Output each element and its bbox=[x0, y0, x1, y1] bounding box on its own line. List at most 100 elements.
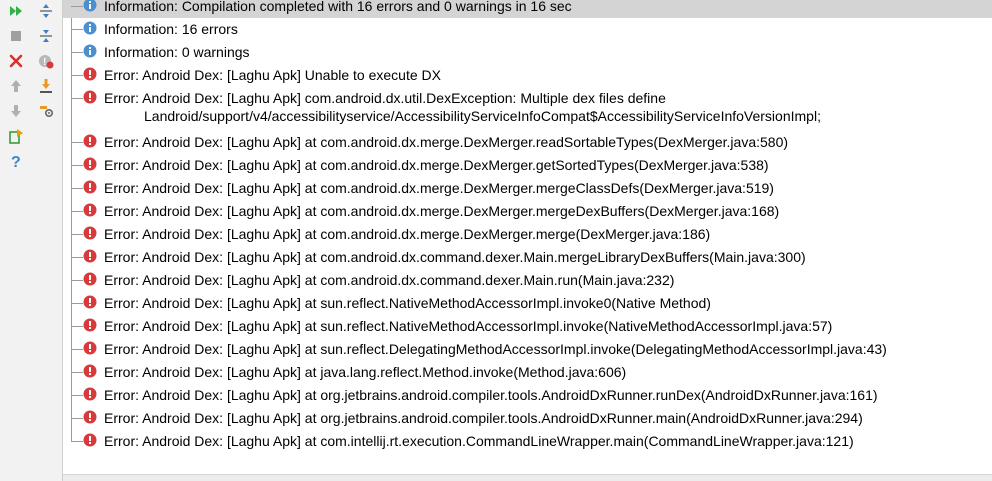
message-text-continuation: Landroid/support/v4/accessibilityservice… bbox=[144, 108, 821, 124]
toolbar-right-column: ! bbox=[35, 0, 61, 125]
previous-message-button[interactable] bbox=[5, 75, 27, 97]
message-text-line: Information: Compilation completed with … bbox=[104, 0, 572, 14]
messages-toolbar: ? ! bbox=[0, 0, 63, 481]
autoscroll-icon bbox=[40, 79, 52, 93]
message-text: Error: Android Dex: [Laghu Apk] at com.a… bbox=[104, 202, 779, 220]
export-button[interactable] bbox=[5, 125, 27, 147]
error-icon bbox=[83, 272, 97, 286]
message-text: Error: Android Dex: [Laghu Apk] at org.j… bbox=[104, 386, 878, 404]
message-row[interactable]: Error: Android Dex: [Laghu Apk] at com.a… bbox=[63, 269, 992, 292]
error-icon bbox=[83, 157, 97, 171]
message-row[interactable]: Error: Android Dex: [Laghu Apk] at org.j… bbox=[63, 407, 992, 430]
error-icon bbox=[83, 433, 97, 447]
tree-branch-line bbox=[71, 188, 83, 189]
message-text-line: Information: 16 errors bbox=[104, 21, 238, 37]
message-text: Information: 0 warnings bbox=[104, 43, 250, 61]
message-row[interactable]: Error: Android Dex: [Laghu Apk] at com.a… bbox=[63, 131, 992, 154]
rerun-button[interactable] bbox=[5, 0, 27, 22]
tree-branch-line bbox=[71, 211, 83, 212]
tree-branch-line bbox=[71, 372, 83, 373]
message-row[interactable]: Error: Android Dex: [Laghu Apk] at org.j… bbox=[63, 384, 992, 407]
message-row[interactable]: Error: Android Dex: [Laghu Apk] at sun.r… bbox=[63, 292, 992, 315]
info-icon bbox=[83, 0, 97, 12]
rerun-icon bbox=[10, 6, 22, 16]
svg-text:?: ? bbox=[11, 154, 21, 169]
message-text-line: Error: Android Dex: [Laghu Apk] at com.i… bbox=[104, 433, 854, 449]
tree-branch-line bbox=[71, 418, 83, 419]
message-text-line: Error: Android Dex: [Laghu Apk] com.andr… bbox=[104, 90, 666, 106]
expand-all-button[interactable] bbox=[35, 0, 57, 22]
message-row[interactable]: Information: 0 warnings bbox=[63, 41, 992, 64]
collapse-all-button[interactable] bbox=[35, 25, 57, 47]
collapse-all-icon bbox=[40, 30, 52, 42]
message-row[interactable]: Error: Android Dex: [Laghu Apk] com.andr… bbox=[63, 87, 992, 131]
error-icon bbox=[83, 387, 97, 401]
message-text-line: Error: Android Dex: [Laghu Apk] at sun.r… bbox=[104, 341, 887, 357]
settings-button[interactable] bbox=[35, 100, 57, 122]
messages-tool-window: ? ! Information: Compilation completed w… bbox=[0, 0, 992, 481]
message-text-line: Error: Android Dex: [Laghu Apk] at com.a… bbox=[104, 180, 774, 196]
error-icon bbox=[83, 203, 97, 217]
tree-branch-line bbox=[71, 395, 83, 396]
message-text-line: Error: Android Dex: [Laghu Apk] at org.j… bbox=[104, 387, 878, 403]
settings-icon bbox=[40, 106, 54, 118]
message-text: Error: Android Dex: [Laghu Apk] at org.j… bbox=[104, 409, 863, 427]
message-text: Error: Android Dex: [Laghu Apk] com.andr… bbox=[104, 89, 821, 125]
message-text: Information: Compilation completed with … bbox=[104, 0, 572, 15]
expand-all-icon bbox=[40, 4, 52, 18]
message-row[interactable]: Error: Android Dex: [Laghu Apk] at com.i… bbox=[63, 430, 992, 453]
message-row[interactable]: Error: Android Dex: [Laghu Apk] at com.a… bbox=[63, 223, 992, 246]
message-text: Information: 16 errors bbox=[104, 20, 238, 38]
tree-branch-line bbox=[71, 234, 83, 235]
tree-branch-line bbox=[71, 75, 83, 76]
error-icon bbox=[83, 410, 97, 424]
message-text: Error: Android Dex: [Laghu Apk] at com.a… bbox=[104, 156, 769, 174]
tree-branch-line bbox=[71, 165, 83, 166]
message-row[interactable]: Error: Android Dex: [Laghu Apk] at java.… bbox=[63, 361, 992, 384]
message-row[interactable]: Error: Android Dex: [Laghu Apk] at sun.r… bbox=[63, 315, 992, 338]
message-text-line: Information: 0 warnings bbox=[104, 44, 250, 60]
error-icon bbox=[83, 249, 97, 263]
info-icon bbox=[83, 21, 97, 35]
autoscroll-button[interactable] bbox=[35, 75, 57, 97]
tree-branch-line bbox=[71, 29, 83, 30]
message-text-line: Error: Android Dex: [Laghu Apk] at com.a… bbox=[104, 203, 780, 219]
message-text-line: Error: Android Dex: [Laghu Apk] at org.j… bbox=[104, 410, 863, 426]
message-row[interactable]: Error: Android Dex: [Laghu Apk] at com.a… bbox=[63, 177, 992, 200]
stop-icon bbox=[11, 31, 21, 41]
tree-branch-line bbox=[71, 257, 83, 258]
message-row[interactable]: Information: 16 errors bbox=[63, 18, 992, 41]
message-text-line: Error: Android Dex: [Laghu Apk] at java.… bbox=[104, 364, 627, 380]
stop-button[interactable] bbox=[5, 25, 27, 47]
message-row[interactable]: Information: Compilation completed with … bbox=[63, 0, 992, 18]
messages-tree[interactable]: Information: Compilation completed with … bbox=[63, 0, 992, 474]
hide-warnings-button[interactable]: ! bbox=[35, 50, 57, 72]
tree-branch-line bbox=[71, 349, 83, 350]
next-message-button[interactable] bbox=[5, 100, 27, 122]
arrow-up-icon bbox=[11, 80, 21, 92]
message-row[interactable]: Error: Android Dex: [Laghu Apk] Unable t… bbox=[63, 64, 992, 87]
tree-branch-line bbox=[71, 303, 83, 304]
arrow-down-icon bbox=[11, 105, 21, 117]
error-icon bbox=[83, 67, 97, 81]
help-button[interactable]: ? bbox=[5, 150, 27, 172]
message-text: Error: Android Dex: [Laghu Apk] at com.i… bbox=[104, 432, 854, 450]
message-text-line: Error: Android Dex: [Laghu Apk] at com.a… bbox=[104, 134, 789, 150]
export-icon bbox=[9, 129, 23, 144]
message-row[interactable]: Error: Android Dex: [Laghu Apk] at com.a… bbox=[63, 200, 992, 223]
message-row[interactable]: Error: Android Dex: [Laghu Apk] at com.a… bbox=[63, 246, 992, 269]
tree-branch-line bbox=[71, 52, 83, 53]
message-text-line: Error: Android Dex: [Laghu Apk] Unable t… bbox=[104, 67, 441, 83]
close-icon bbox=[9, 54, 23, 68]
close-button[interactable] bbox=[5, 50, 27, 72]
help-icon: ? bbox=[11, 154, 21, 169]
message-row[interactable]: Error: Android Dex: [Laghu Apk] at com.a… bbox=[63, 154, 992, 177]
message-text: Error: Android Dex: [Laghu Apk] at com.a… bbox=[104, 271, 674, 289]
message-text: Error: Android Dex: [Laghu Apk] at sun.r… bbox=[104, 340, 887, 358]
horizontal-scrollbar[interactable] bbox=[63, 474, 992, 481]
error-icon bbox=[83, 341, 97, 355]
tree-branch-line bbox=[71, 326, 83, 327]
info-icon bbox=[83, 44, 97, 58]
message-row[interactable]: Error: Android Dex: [Laghu Apk] at sun.r… bbox=[63, 338, 992, 361]
error-icon bbox=[83, 180, 97, 194]
